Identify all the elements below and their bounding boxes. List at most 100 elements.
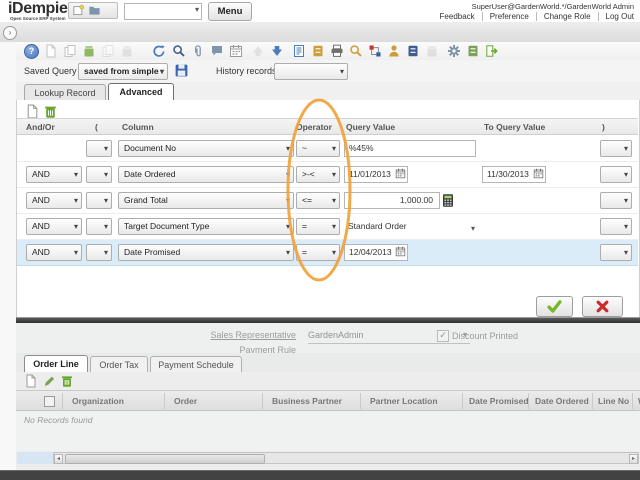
attachment-icon[interactable] <box>191 44 205 58</box>
detail-new-icon[interactable] <box>24 374 38 388</box>
calendar-picker-icon[interactable] <box>395 246 406 257</box>
new-window-icon[interactable] <box>72 4 85 17</box>
ignore-icon[interactable] <box>425 44 439 58</box>
calendar-icon[interactable] <box>229 44 243 58</box>
requery-icon[interactable] <box>152 44 166 58</box>
report-icon[interactable] <box>292 44 306 58</box>
andor-select[interactable]: AND <box>26 192 82 209</box>
tab-order-tax[interactable]: Order Tax <box>90 356 148 372</box>
tab-payment-schedule[interactable]: Payment Schedule <box>150 356 242 372</box>
query-value-amount-input[interactable]: 1,000.00 <box>344 192 440 209</box>
andor-select[interactable]: AND <box>26 218 82 235</box>
scroll-left-arrow[interactable]: ◂ <box>54 454 63 464</box>
saved-query-combobox[interactable]: saved from simple <box>78 63 168 80</box>
export-icon[interactable] <box>466 44 480 58</box>
zoom-across-icon[interactable] <box>387 44 401 58</box>
process-icon[interactable] <box>447 44 461 58</box>
query-value-list-select[interactable]: Standard Order <box>344 219 478 235</box>
frozen-column-strip <box>17 452 53 464</box>
product-info-icon[interactable] <box>406 44 420 58</box>
open-paren-select[interactable] <box>86 192 112 209</box>
tab-lookup-record[interactable]: Lookup Record <box>24 84 106 100</box>
calendar-picker-icon[interactable] <box>395 168 406 179</box>
scroll-right-arrow[interactable]: ▸ <box>629 454 638 464</box>
query-row-selected: AND Date Promised = 12/04/2013 <box>17 240 638 266</box>
save-query-icon[interactable] <box>174 63 189 78</box>
select-all-checkbox[interactable] <box>44 396 55 407</box>
delete-icon[interactable] <box>120 44 134 58</box>
history-records-combobox[interactable] <box>274 63 348 80</box>
detail-record-icon[interactable] <box>270 44 284 58</box>
operator-select[interactable]: <= <box>296 192 340 209</box>
column-select[interactable]: Date Promised <box>118 244 294 261</box>
copy-record-icon[interactable] <box>63 44 77 58</box>
operator-select[interactable]: = <box>296 244 340 261</box>
saved-query-row: Saved Query saved from simple History re… <box>16 60 640 82</box>
scrollbar-track[interactable]: ◂ ▸ <box>53 452 639 464</box>
bottom-dark-bar <box>0 470 640 480</box>
cancel-button[interactable] <box>582 296 623 317</box>
close-paren-select[interactable] <box>600 218 632 235</box>
add-condition-icon[interactable] <box>25 104 40 119</box>
feedback-link[interactable]: Feedback <box>433 12 483 21</box>
operator-select[interactable]: ~ <box>296 140 340 157</box>
logout-link[interactable]: Log Out <box>599 12 634 21</box>
detail-edit-icon[interactable] <box>42 374 56 388</box>
expand-west-panel-icon[interactable]: › <box>3 26 17 40</box>
column-select[interactable]: Grand Total <box>118 192 294 209</box>
open-paren-select[interactable] <box>86 244 112 261</box>
operator-select[interactable]: >-< <box>296 166 340 183</box>
payment-rule-label: Payment Rule <box>166 345 296 353</box>
menu-button[interactable]: Menu <box>208 2 252 21</box>
andor-select[interactable]: AND <box>26 244 82 261</box>
toolbar-help-icon[interactable]: ? <box>24 44 39 59</box>
history-records-label: History records <box>216 66 277 76</box>
chat-icon[interactable] <box>210 44 224 58</box>
query-value-input[interactable]: %45% <box>344 140 476 157</box>
new-record-icon[interactable] <box>44 44 58 58</box>
open-folder-icon[interactable] <box>88 4 101 17</box>
global-search-combobox[interactable] <box>124 3 202 20</box>
close-paren-select[interactable] <box>600 192 632 209</box>
tab-order-line[interactable]: Order Line <box>24 355 88 372</box>
header-open-paren: ( <box>95 122 98 132</box>
preference-link[interactable]: Preference <box>483 12 537 21</box>
delete-condition-icon[interactable] <box>43 104 58 119</box>
detail-delete-icon[interactable] <box>60 374 74 388</box>
close-paren-select[interactable] <box>600 140 632 157</box>
query-row: AND Grand Total <= 1,000.00 <box>17 188 638 214</box>
find-icon[interactable] <box>172 44 186 58</box>
close-paren-select[interactable] <box>600 244 632 261</box>
archive-icon[interactable] <box>311 44 325 58</box>
column-select[interactable]: Target Document Type <box>118 218 294 235</box>
header-operator: Operator <box>296 122 332 132</box>
print-icon[interactable] <box>330 44 344 58</box>
tab-advanced[interactable]: Advanced <box>108 83 174 100</box>
header-to-query-value: To Query Value <box>484 122 545 132</box>
andor-select[interactable]: AND <box>26 166 82 183</box>
end-window-icon[interactable] <box>485 44 499 58</box>
open-paren-select[interactable] <box>86 218 112 235</box>
workflow-icon[interactable] <box>368 44 382 58</box>
open-paren-select[interactable] <box>86 166 112 183</box>
save-create-icon[interactable] <box>101 44 115 58</box>
horizontal-scrollbar[interactable]: ◂ ▸ <box>16 452 640 464</box>
discount-printed-checkbox[interactable]: ✓ <box>437 330 449 342</box>
operator-select[interactable]: = <box>296 218 340 235</box>
close-paren-select[interactable] <box>600 166 632 183</box>
calendar-picker-icon[interactable] <box>533 168 544 179</box>
open-paren-select[interactable] <box>86 140 112 157</box>
column-select[interactable]: Date Ordered <box>118 166 294 183</box>
column-select[interactable]: Document No <box>118 140 294 157</box>
scrollbar-thumb[interactable] <box>65 454 265 464</box>
parent-record-icon[interactable] <box>251 44 265 58</box>
confirm-button[interactable] <box>536 296 573 317</box>
col-order: Order <box>174 396 197 406</box>
header-query-value: Query Value <box>346 122 395 132</box>
calculator-icon[interactable] <box>441 193 455 208</box>
print-preview-icon[interactable] <box>349 44 363 58</box>
change-role-link[interactable]: Change Role <box>537 12 599 21</box>
save-icon[interactable] <box>82 44 96 58</box>
col-business-partner: Business Partner <box>272 396 342 406</box>
payment-rule-field[interactable] <box>308 343 400 353</box>
